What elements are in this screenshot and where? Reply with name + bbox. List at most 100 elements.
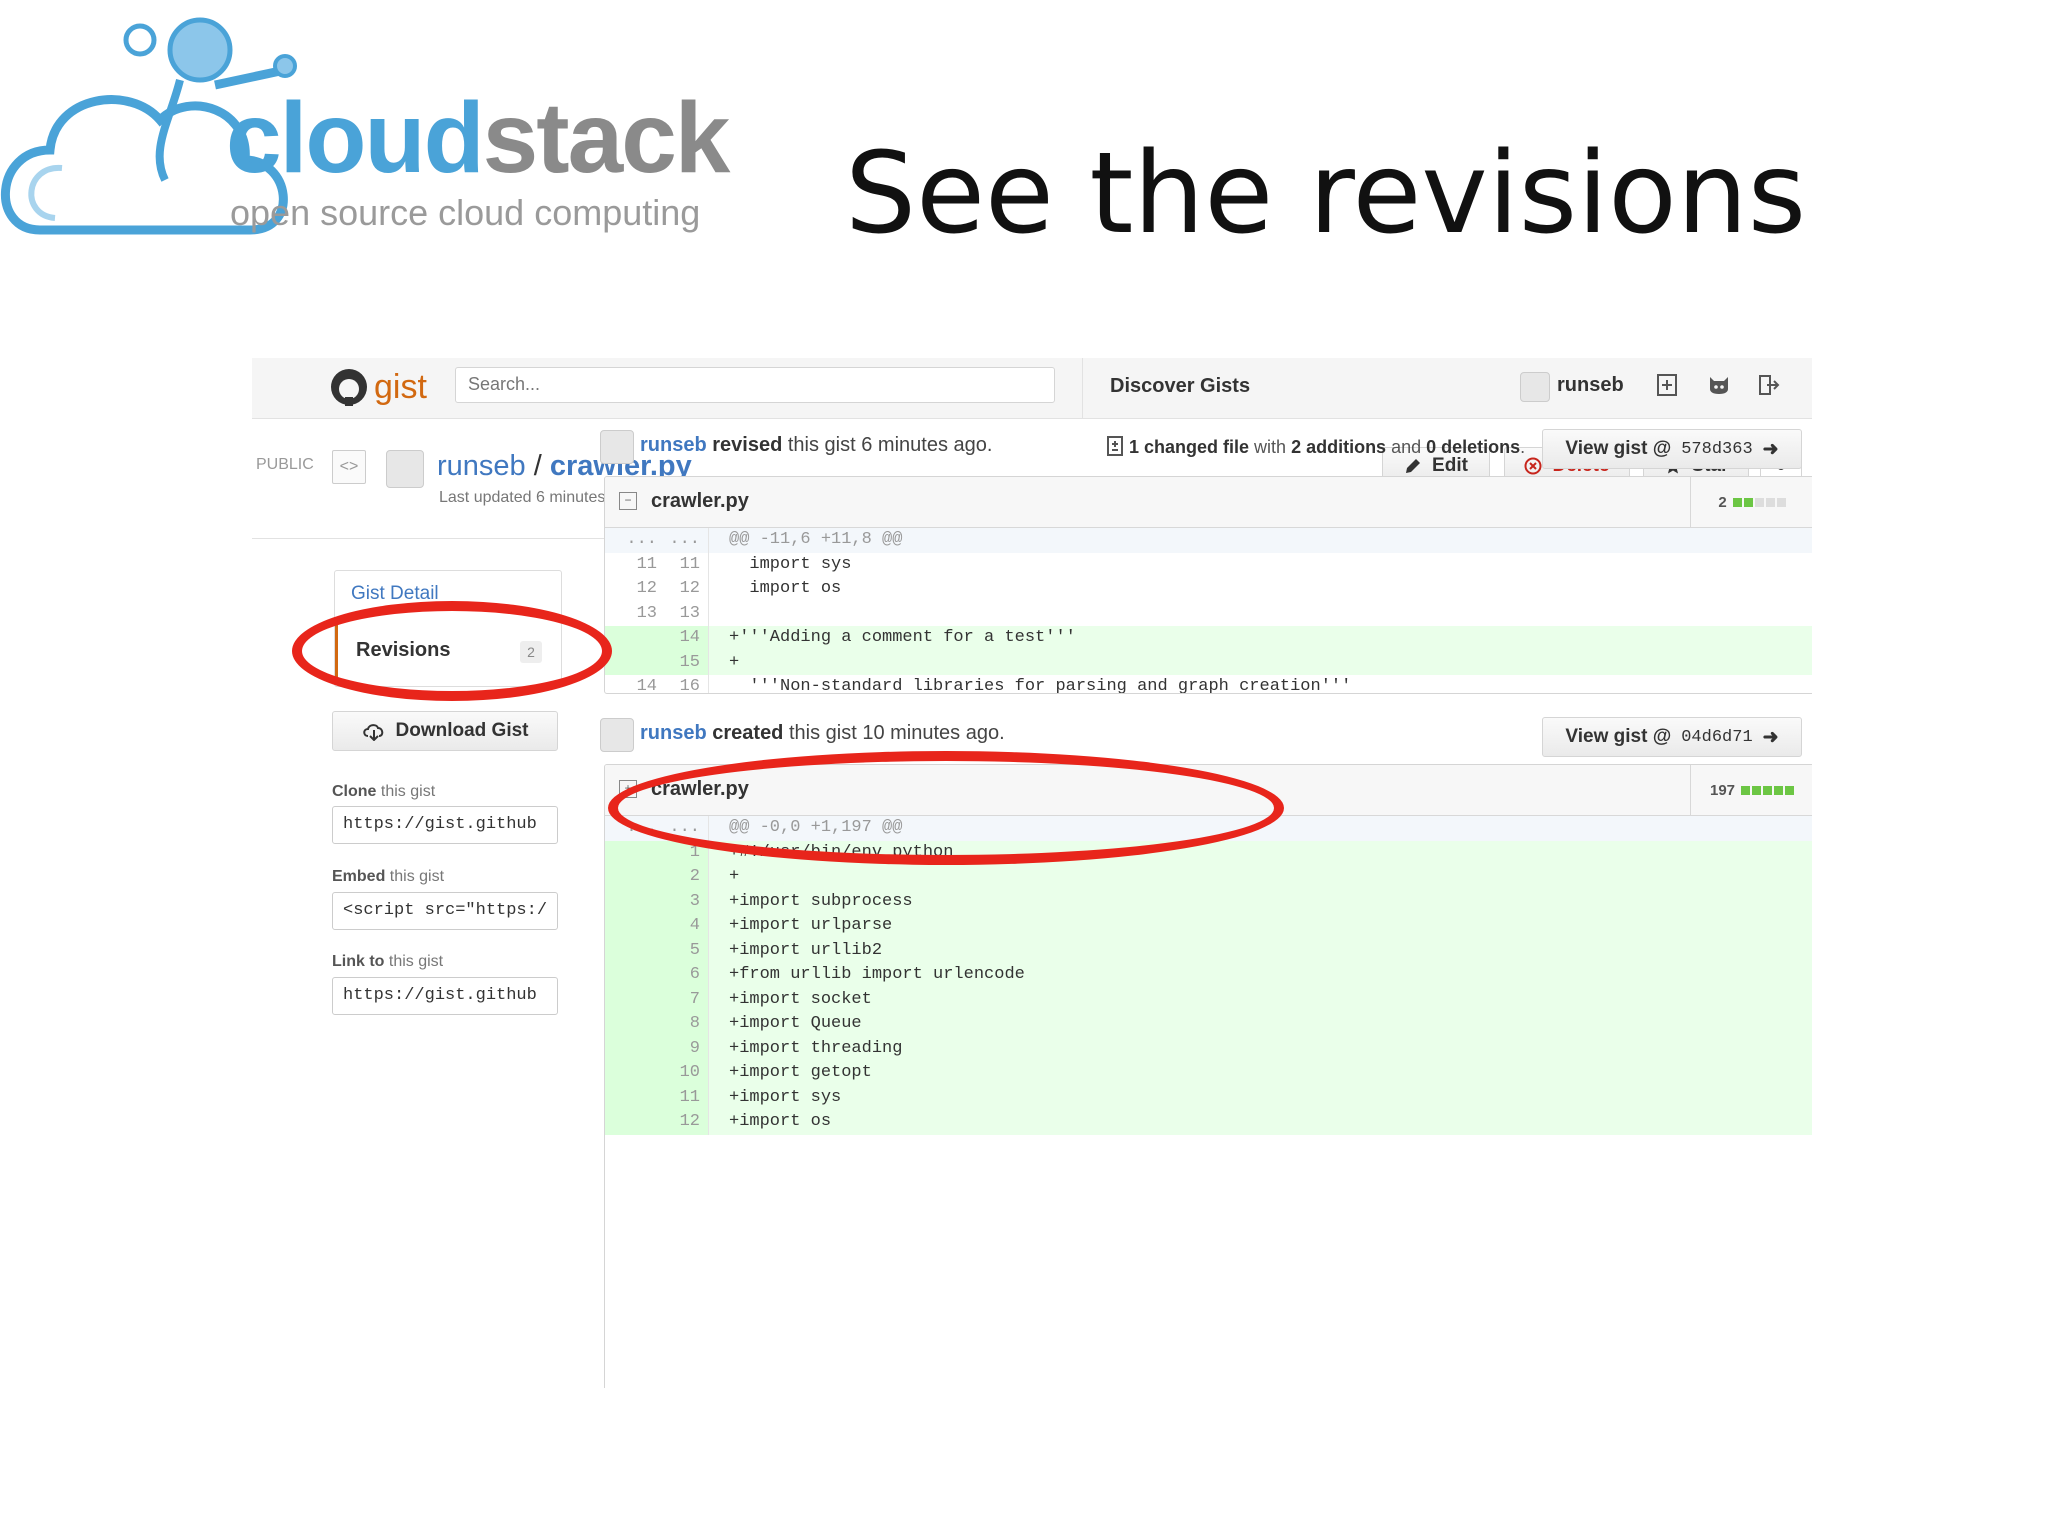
old-line-number[interactable] [605,889,657,914]
old-line-number[interactable]: 13 [605,602,657,627]
download-gist-button[interactable]: Download Gist [332,711,558,751]
old-line-number[interactable]: 14 [605,675,657,693]
gist-screenshot: gist Search... Discover Gists runseb PUB… [252,358,1812,1388]
new-line-number[interactable]: ... [657,816,709,841]
pencil-icon [1406,459,1421,473]
octocat-icon[interactable] [1704,370,1734,400]
old-line-number[interactable]: 12 [605,577,657,602]
old-line-number[interactable] [605,938,657,963]
owner-avatar[interactable] [386,450,424,488]
revision-summary: runseb created this gist 10 minutes ago. [640,722,1005,744]
gist-logo[interactable]: gist [374,368,427,407]
sidebar-nav: Gist Detail Revisions 2 [334,570,562,687]
embed-code-field[interactable]: <script src="https:/ [332,892,558,930]
new-line-number[interactable]: 4 [657,914,709,939]
commit-sha: 04d6d71 [1681,727,1753,747]
file-header: − crawler.py 2 [605,477,1812,528]
old-line-number[interactable] [605,914,657,939]
diff-lines: ...... @@ -11,6 +11,8 @@ 11 11 import sys 12… [605,528,1812,694]
diff-line: 13 13 [605,601,1812,627]
line-code: +import sys [729,1087,842,1107]
new-line-number[interactable]: 15 [657,650,709,675]
sign-out-icon[interactable] [1754,370,1784,400]
cloud-download-icon [362,724,383,741]
username-link[interactable]: runseb [1557,374,1624,397]
collapse-icon[interactable]: − [619,492,637,510]
diff-line: 14 +'''Adding a comment for a test''' [605,626,1812,651]
new-line-number[interactable]: 7 [657,987,709,1012]
new-gist-icon[interactable] [1652,370,1682,400]
expand-icon[interactable]: + [619,780,637,798]
sidebar-item-revisions[interactable]: Revisions 2 [335,621,561,681]
user-avatar[interactable] [1520,372,1550,402]
old-line-number[interactable]: ... [605,816,657,841]
old-line-number[interactable] [605,1061,657,1086]
old-line-number[interactable] [605,840,657,865]
line-code: import os [729,579,842,598]
old-line-number[interactable] [605,1036,657,1061]
new-line-number[interactable]: 2 [657,865,709,890]
new-line-number[interactable]: 1 [657,840,709,865]
github-octocat-icon[interactable] [330,368,368,406]
new-line-number[interactable]: 8 [657,1012,709,1037]
old-line-number[interactable] [605,865,657,890]
new-line-number[interactable]: ... [657,528,709,553]
old-line-number[interactable]: 11 [605,553,657,578]
new-line-number[interactable]: 11 [657,552,709,577]
new-line-number[interactable]: 13 [657,601,709,626]
new-line-number[interactable]: 9 [657,1036,709,1061]
old-line-number[interactable] [605,963,657,988]
clone-url-field[interactable]: https://gist.github [332,806,558,844]
code-icon: <> [332,450,366,484]
old-line-number[interactable] [605,626,657,651]
new-line-number[interactable]: 11 [657,1085,709,1110]
line-code: +import getopt [729,1063,872,1082]
old-line-number[interactable]: ... [605,528,657,553]
old-line-number[interactable] [605,1110,657,1135]
new-line-number[interactable]: 6 [657,963,709,988]
new-line-number[interactable]: 5 [657,938,709,963]
diff-line: 3 +import subprocess [605,889,1812,914]
view-gist-button[interactable]: View gist @ 578d363 ➜ [1542,429,1802,469]
diff-line: 14 16 '''Non-standard libraries for parsi… [605,675,1812,694]
slide-title: See the revisions [845,129,1807,259]
old-line-number[interactable] [605,987,657,1012]
diff-stat-count: 197 [1709,781,1736,799]
diff-line: 12 +import os [605,1110,1812,1135]
diff-stat-count: 2 [1718,493,1727,511]
view-gist-label: View gist @ [1565,726,1672,747]
new-line-number[interactable]: 12 [657,1110,709,1135]
link-url-field[interactable]: https://gist.github [332,977,558,1015]
new-line-number[interactable]: 16 [657,675,709,693]
new-line-number[interactable]: 3 [657,889,709,914]
line-code: +from urllib import urlencode [729,965,1025,984]
diff-line: 10 +import getopt [605,1061,1812,1086]
new-line-number[interactable]: 12 [657,577,709,602]
diff-line: 11 +import sys [605,1085,1812,1110]
delete-icon [1524,457,1542,475]
old-line-number[interactable] [605,1085,657,1110]
revision-avatar[interactable] [600,718,634,752]
view-gist-button[interactable]: View gist @ 04d6d71 ➜ [1542,717,1802,757]
line-code: '''Non-standard libraries for parsing an… [729,677,1352,694]
sidebar-item-gist-detail[interactable]: Gist Detail [351,583,439,605]
search-input[interactable]: Search... [455,367,1055,403]
line-code: +import threading [729,1038,903,1058]
line-code: @@ -11,6 +11,8 @@ [729,530,903,549]
diff-line: 12 12 import os [605,577,1812,602]
old-line-number[interactable] [605,650,657,675]
old-line-number[interactable] [605,1012,657,1037]
new-line-number[interactable]: 10 [657,1061,709,1086]
revision-avatar[interactable] [600,430,634,464]
revision-user-link[interactable]: runseb [640,722,707,744]
line-code: +import urllib2 [729,940,883,960]
new-line-number[interactable]: 14 [657,626,709,651]
view-gist-label: View gist @ [1565,438,1672,459]
gist-owner-link[interactable]: runseb [437,450,526,482]
discover-gists-link[interactable]: Discover Gists [1110,375,1250,398]
file-name: crawler.py [651,778,749,800]
revision-user-link[interactable]: runseb [640,434,707,456]
diff-lines: ...... @@ -0,0 +1,197 @@ 1 +#!/usr/bin/env … [605,816,1812,1135]
file-diff-box: − crawler.py 2 ...... @@ -11,6 +11,8 @@ 11… [604,476,1812,694]
